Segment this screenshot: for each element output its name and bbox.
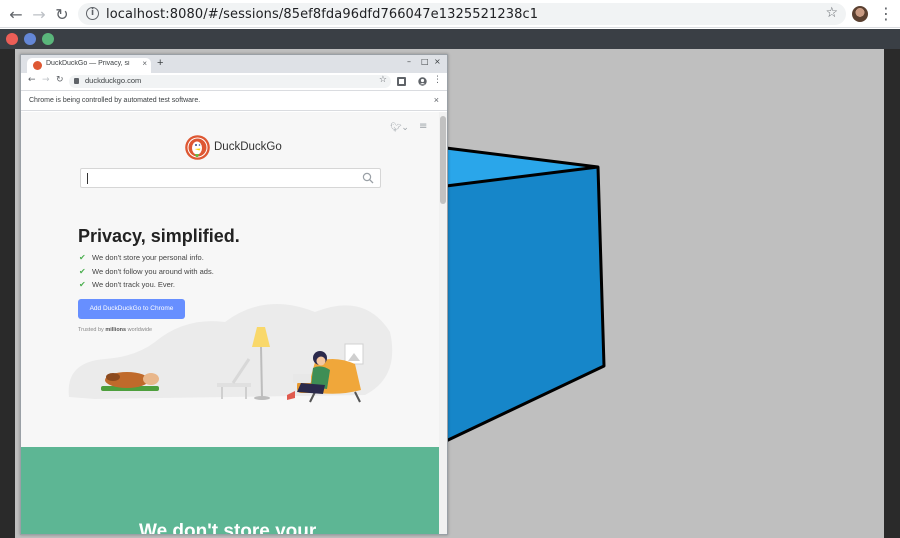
profile-avatar[interactable] [852,6,868,22]
text-caret [87,173,88,184]
inner-address-url: duckduckgo.com [85,76,142,85]
forward-icon[interactable]: → [29,4,49,24]
window-title-bar [0,29,900,49]
close-dot[interactable] [6,33,18,45]
maximize-dot[interactable] [42,33,54,45]
tab-strip: DuckDuckGo — Privacy, si × + – □ × [21,55,447,73]
search-icon[interactable] [362,172,374,184]
address-bar[interactable]: i localhost:8080/#/sessions/85ef8fda96df… [78,3,846,25]
lock-icon [74,78,79,84]
inner-menu-kebab-icon[interactable]: ⋮ [433,75,442,85]
inner-back-icon[interactable]: ← [28,75,36,85]
tab-close-icon[interactable]: × [142,59,147,68]
close-window-button[interactable]: × [434,57,441,66]
hero-illustration [68,304,393,403]
green-section-heading: We don't store your [139,521,317,535]
page-headline: Privacy, simplified. [78,226,240,246]
duckduckgo-favicon-icon [33,61,42,70]
restore-window-button[interactable]: □ [421,57,429,66]
automation-infobar: Chrome is being controlled by automated … [21,92,447,111]
duckduckgo-homepage: 🐦︎⌄ ≡ DuckDuckGo Privacy, simplified. ✔ [21,112,439,535]
page-scrollbar[interactable] [439,112,447,534]
inner-forward-icon[interactable]: → [42,75,50,85]
hamburger-menu-icon[interactable]: ≡ [419,121,427,132]
infobar-message: Chrome is being controlled by automated … [29,97,201,104]
minimize-dot[interactable] [24,33,36,45]
search-input[interactable] [80,168,381,188]
extension-icon[interactable] [397,77,406,86]
new-tab-button[interactable]: + [157,57,163,69]
info-icon[interactable]: i [86,7,99,20]
bookmark-star-icon[interactable]: ☆ [825,5,838,21]
address-url: localhost:8080/#/sessions/85ef8fda96dfd7… [106,7,539,22]
back-icon[interactable]: ← [6,4,26,24]
menu-kebab-icon[interactable]: ⋮ [878,4,894,24]
inner-toolbar: ← → ↻ duckduckgo.com ☆ ⋮ [21,73,447,91]
inner-browser-window: DuckDuckGo — Privacy, si × + – □ × ← → ↻… [20,54,448,535]
bullet-text: We don't store your personal info. [92,253,204,262]
scrollbar-thumb[interactable] [440,116,446,204]
inner-address-bar[interactable]: duckduckgo.com ☆ [69,75,391,88]
checkmark-icon: ✔ [79,253,86,262]
inner-bookmark-star-icon[interactable]: ☆ [379,75,387,85]
infobar-close-icon[interactable]: × [434,95,439,105]
cube-front-face [444,165,606,443]
minimize-window-button[interactable]: – [407,57,411,66]
outer-browser-toolbar: ← → ↻ i localhost:8080/#/sessions/85ef8f… [0,0,900,28]
inner-reload-icon[interactable]: ↻ [56,75,64,85]
account-circle-icon[interactable] [418,77,427,86]
tab-duckduckgo[interactable]: DuckDuckGo — Privacy, si × [27,58,151,73]
green-feature-section: We don't store your [21,447,439,535]
duckduckgo-logo-icon[interactable] [185,135,210,160]
reload-icon[interactable]: ↻ [52,4,72,24]
brand-name: DuckDuckGo [214,141,282,153]
tab-title: DuckDuckGo — Privacy, si [46,60,130,67]
twitter-icon[interactable]: 🐦︎⌄ [390,122,409,133]
